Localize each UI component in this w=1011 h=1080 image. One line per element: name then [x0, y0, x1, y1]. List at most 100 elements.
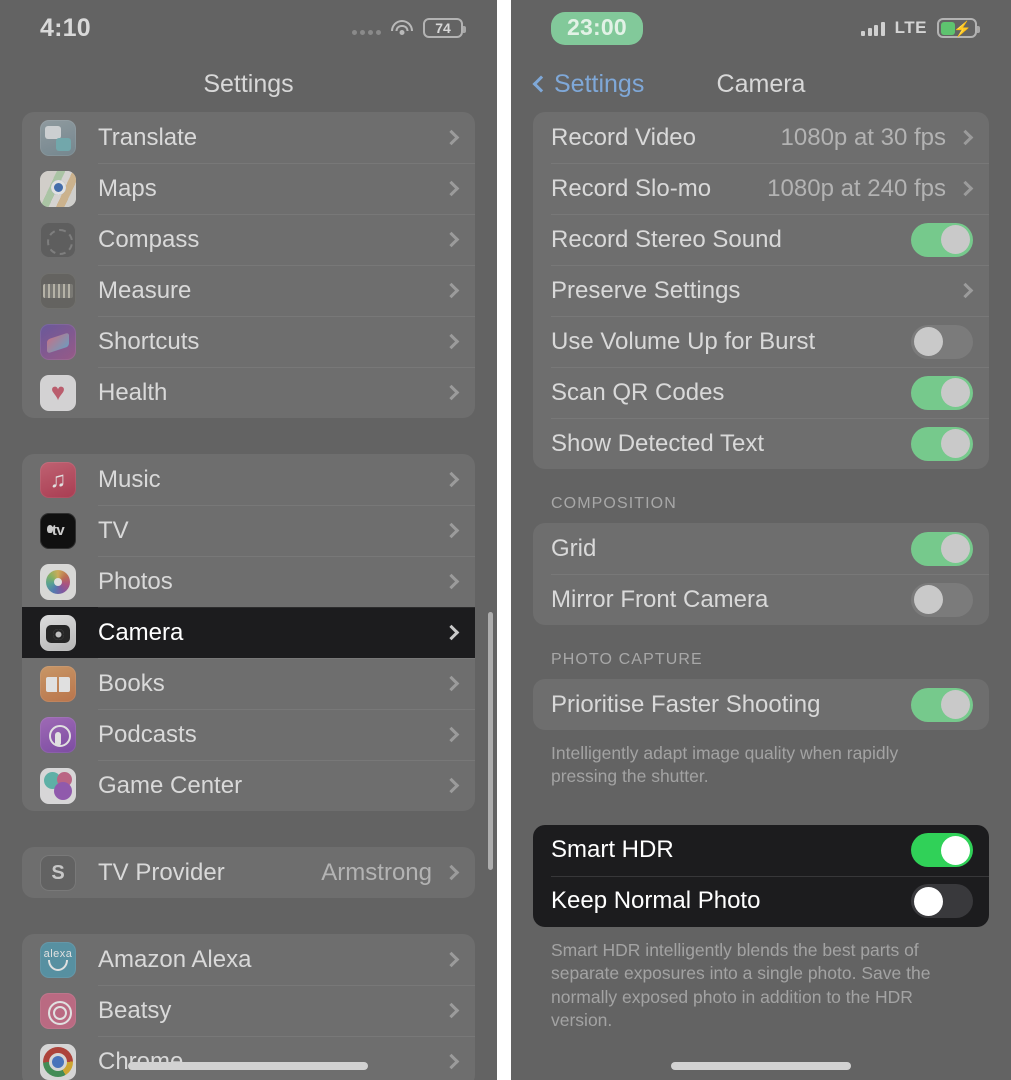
settings-row-chrome[interactable]: Chrome — [22, 1036, 475, 1080]
settings-row-keep-normal-photo[interactable]: Keep Normal Photo — [533, 875, 989, 927]
gamecenter-app-icon — [40, 767, 76, 804]
chevron-right-icon — [443, 1053, 460, 1070]
highlighted-settings-group: Smart HDR Keep Normal Photo — [533, 824, 989, 927]
chevron-right-icon — [443, 129, 460, 146]
settings-row-podcasts[interactable]: Podcasts — [22, 709, 475, 760]
back-button[interactable]: Settings — [511, 70, 644, 99]
toggle-knob — [914, 585, 943, 614]
row-label: Show Detected Text — [551, 429, 765, 457]
toggle-keep-normal-photo[interactable] — [911, 884, 973, 919]
section-footer-text: Smart HDR intelligently blends the best … — [551, 939, 931, 1031]
settings-row-record-slo-mo[interactable]: Record Slo-mo 1080p at 240 fps — [533, 163, 989, 214]
row-label: Beatsy — [98, 996, 172, 1024]
chevron-right-icon — [443, 333, 460, 350]
settings-group-3: TV Provider Armstrong — [22, 847, 475, 898]
settings-row-preserve-settings[interactable]: Preserve Settings — [533, 265, 989, 316]
settings-row-smart-hdr[interactable]: Smart HDR — [533, 825, 989, 876]
settings-list-panel: 4:10 74 Settings Translate Maps Compass Mea… — [0, 0, 497, 1080]
scroll-indicator[interactable] — [488, 612, 493, 870]
row-label: Translate — [98, 123, 198, 151]
settings-row-mirror-front-camera[interactable]: Mirror Front Camera — [533, 574, 989, 625]
settings-row-show-detected-text[interactable]: Show Detected Text — [533, 418, 989, 469]
measure-app-icon — [40, 272, 76, 309]
status-icons-left: 74 — [352, 18, 466, 38]
settings-row-health[interactable]: Health — [22, 367, 475, 418]
home-indicator-right — [671, 1062, 851, 1070]
settings-row-translate[interactable]: Translate — [22, 112, 475, 163]
home-indicator-left — [128, 1062, 368, 1070]
row-label: Measure — [98, 276, 192, 304]
settings-row-prioritise-faster-shooting[interactable]: Prioritise Faster Shooting — [533, 679, 989, 730]
battery-level-label: 74 — [435, 20, 451, 36]
podcasts-app-icon — [40, 716, 76, 753]
settings-group-2: Music TV Photos Camera Books Podcasts Game Cen… — [22, 454, 475, 811]
toggle-knob — [914, 327, 943, 356]
toggle-record-stereo-sound[interactable] — [911, 222, 973, 257]
settings-row-camera[interactable]: Camera — [22, 607, 475, 658]
settings-scroll-area[interactable]: Translate Maps Compass Measure Shortcuts Heal… — [0, 112, 497, 1080]
settings-row-scan-qr-codes[interactable]: Scan QR Codes — [533, 367, 989, 418]
settings-row-measure[interactable]: Measure — [22, 265, 475, 316]
settings-row-grid[interactable]: Grid — [533, 523, 989, 574]
chevron-right-icon — [957, 282, 974, 299]
chevron-left-icon — [532, 75, 550, 93]
compass-app-icon — [40, 221, 76, 258]
camera-scroll-area[interactable]: Record Video 1080p at 30 fps Record Slo-mo… — [511, 112, 1011, 1033]
camera-settings-group-2: Grid Mirror Front Camera — [533, 523, 989, 625]
chevron-right-icon — [443, 1002, 460, 1019]
toggle-use-volume-up-for-burst[interactable] — [911, 324, 973, 359]
toggle-knob — [941, 835, 970, 865]
row-label: Preserve Settings — [551, 276, 741, 304]
settings-row-game-center[interactable]: Game Center — [22, 760, 475, 811]
alexa-app-icon — [40, 941, 76, 978]
music-app-icon — [40, 461, 76, 498]
toggle-prioritise-faster-shooting[interactable] — [911, 687, 973, 722]
toggle-mirror-front-camera[interactable] — [911, 582, 973, 617]
row-label: Keep Normal Photo — [551, 887, 761, 915]
nav-bar-left: Settings — [0, 56, 497, 112]
settings-row-tv-provider[interactable]: TV Provider Armstrong — [22, 847, 475, 898]
signal-bars-icon — [861, 21, 885, 36]
settings-row-books[interactable]: Books — [22, 658, 475, 709]
toggle-scan-qr-codes[interactable] — [911, 375, 973, 410]
toggle-knob — [941, 225, 970, 254]
chevron-right-icon — [443, 573, 460, 590]
settings-row-amazon-alexa[interactable]: Amazon Alexa — [22, 934, 475, 985]
status-time-recording-pill: 23:00 — [551, 11, 643, 45]
chevron-right-icon — [443, 864, 460, 881]
row-label: Health — [98, 378, 168, 406]
settings-row-record-video[interactable]: Record Video 1080p at 30 fps — [533, 112, 989, 163]
settings-row-compass[interactable]: Compass — [22, 214, 475, 265]
settings-row-photos[interactable]: Photos — [22, 556, 475, 607]
settings-row-maps[interactable]: Maps — [22, 163, 475, 214]
settings-row-record-stereo-sound[interactable]: Record Stereo Sound — [533, 214, 989, 265]
settings-row-music[interactable]: Music — [22, 454, 475, 505]
toggle-grid[interactable] — [911, 531, 973, 566]
settings-row-beatsy[interactable]: Beatsy — [22, 985, 475, 1036]
row-label: Smart HDR — [551, 836, 674, 864]
toggle-show-detected-text[interactable] — [911, 426, 973, 461]
chevron-right-icon — [443, 522, 460, 539]
toggle-smart-hdr[interactable] — [911, 833, 973, 868]
translate-app-icon — [40, 119, 76, 156]
row-label: TV Provider — [98, 858, 225, 886]
settings-row-shortcuts[interactable]: Shortcuts — [22, 316, 475, 367]
chevron-right-icon — [957, 180, 974, 197]
status-time: 4:10 — [40, 13, 91, 42]
settings-row-use-volume-up-for-burst[interactable]: Use Volume Up for Burst — [533, 316, 989, 367]
chevron-right-icon — [443, 384, 460, 401]
chevron-right-icon — [443, 471, 460, 488]
chevron-right-icon — [443, 777, 460, 794]
status-bar-right: 23:00 LTE ⚡ — [511, 0, 1011, 56]
row-label: Mirror Front Camera — [551, 585, 769, 613]
page-title-settings: Settings — [203, 69, 294, 98]
nav-bar-right: Settings Camera — [511, 56, 1011, 112]
row-label: Grid — [551, 534, 597, 562]
row-label: Camera — [98, 618, 184, 646]
row-value: 1080p at 30 fps — [780, 123, 946, 151]
settings-row-tv[interactable]: TV — [22, 505, 475, 556]
row-label: Photos — [98, 567, 173, 595]
row-label: Amazon Alexa — [98, 945, 252, 973]
